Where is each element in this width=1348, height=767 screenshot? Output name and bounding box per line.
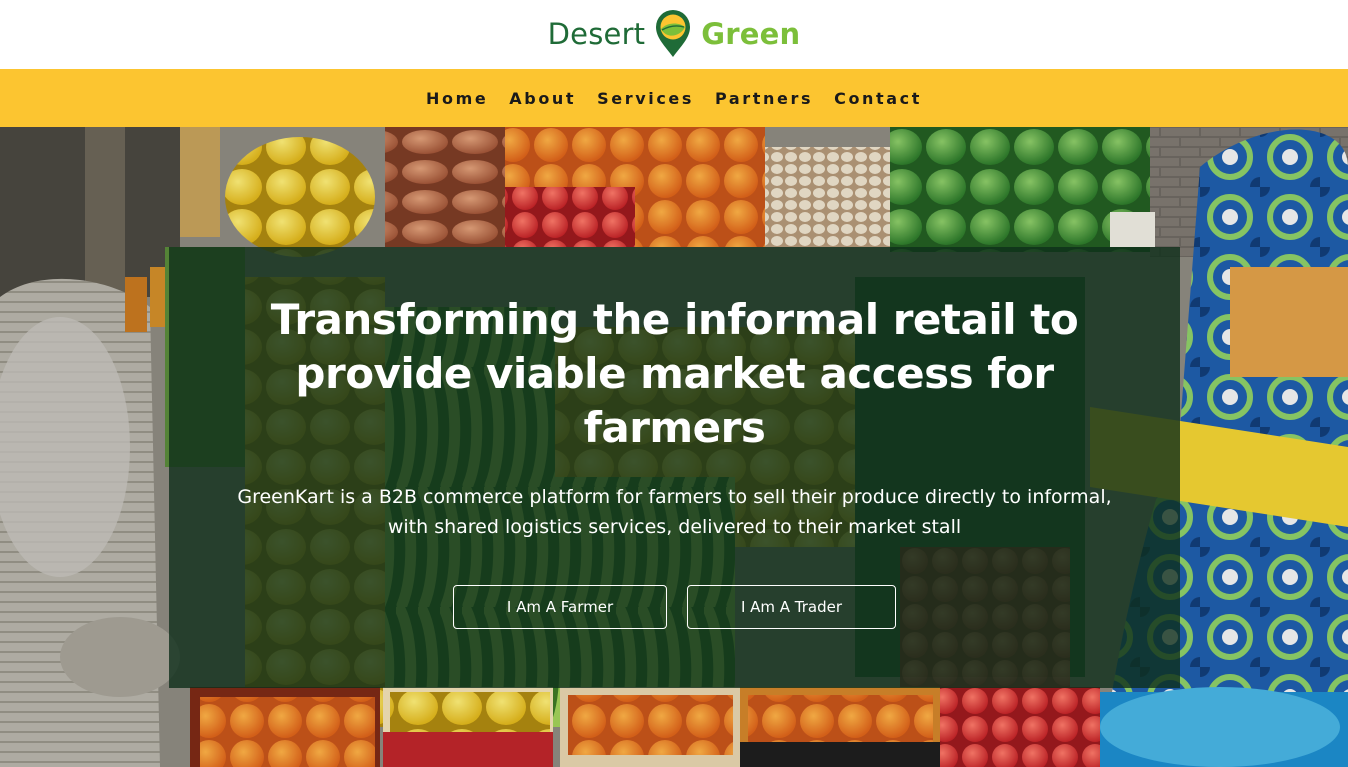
- hero-headline-line-2: provide viable market access for: [295, 349, 1054, 398]
- nav-services[interactable]: Services: [597, 89, 694, 108]
- hero-headline-line-3: farmers: [583, 403, 766, 452]
- nav-about[interactable]: About: [509, 89, 576, 108]
- i-am-a-farmer-button[interactable]: I Am A Farmer: [453, 585, 667, 629]
- map-pin-leaf-icon: [656, 9, 691, 57]
- nav-partners[interactable]: Partners: [715, 89, 813, 108]
- hero-description-line-2: with shared logistics services, delivere…: [387, 516, 962, 538]
- hero-section: Transforming the informal retail to prov…: [0, 127, 1348, 767]
- hero-headline-line-1: Transforming the informal retail to: [270, 295, 1079, 344]
- main-nav: Home About Services Partners Contact: [0, 69, 1348, 127]
- hero-overlay-panel: Transforming the informal retail to prov…: [169, 247, 1180, 688]
- nav-contact[interactable]: Contact: [834, 89, 922, 108]
- hero-description: GreenKart is a B2B commerce platform for…: [169, 482, 1180, 542]
- site-header: Desert Green: [0, 0, 1348, 69]
- i-am-a-trader-button[interactable]: I Am A Trader: [687, 585, 896, 629]
- brand-logo[interactable]: Desert Green: [547, 9, 801, 58]
- brand-name-green: Green: [701, 16, 801, 51]
- brand-name-desert: Desert: [547, 16, 646, 51]
- nav-home[interactable]: Home: [426, 89, 488, 108]
- hero-description-line-1: GreenKart is a B2B commerce platform for…: [237, 486, 1112, 508]
- hero-headline: Transforming the informal retail to prov…: [169, 293, 1180, 455]
